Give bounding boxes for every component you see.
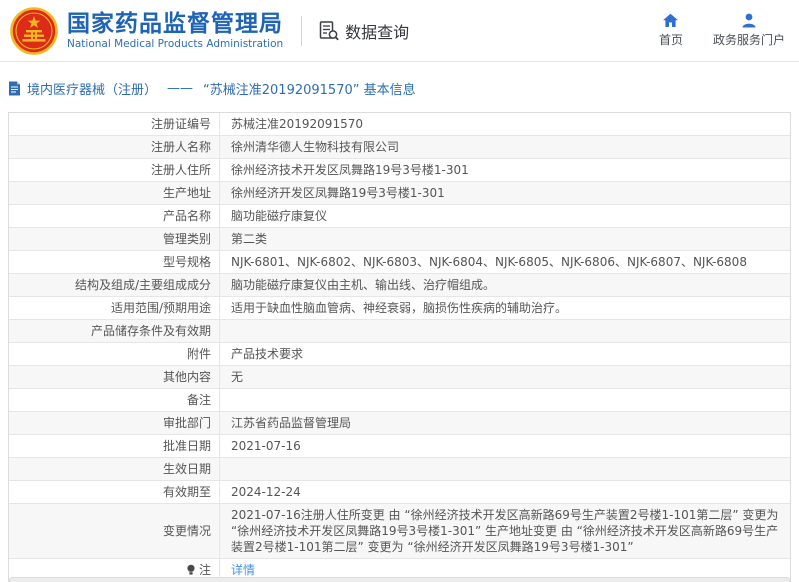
row-value: 江苏省药品监督管理局 bbox=[220, 412, 790, 434]
nmpa-logo: 国家药品监督管理局 National Medical Products Admi… bbox=[10, 7, 283, 55]
row-label: 注册人住所 bbox=[9, 159, 220, 181]
table-row: 型号规格NJK-6801、NJK-6802、NJK-6803、NJK-6804、… bbox=[9, 250, 790, 273]
detail-link[interactable]: 详情 bbox=[231, 563, 255, 577]
row-value: 徐州经济技术开发区凤舞路19号3号楼1-301 bbox=[220, 159, 790, 181]
row-value: 2021-07-16注册人住所变更 由 “徐州经济技术开发区高新路69号生产装置… bbox=[220, 504, 790, 558]
user-icon bbox=[741, 13, 757, 28]
row-value: 无 bbox=[220, 366, 790, 388]
table-row: 其他内容无 bbox=[9, 365, 790, 388]
breadcrumb-section: 境内医疗器械（注册） bbox=[27, 79, 157, 98]
site-subtitle: National Medical Products Administration bbox=[67, 37, 283, 51]
row-label: 产品储存条件及有效期 bbox=[9, 320, 220, 342]
national-emblem-icon bbox=[10, 7, 58, 55]
breadcrumb-detail: “苏械注准20192091570” 基本信息 bbox=[203, 79, 416, 98]
table-row: 注册人名称徐州清华德人生物科技有限公司 bbox=[9, 135, 790, 158]
row-label: 生效日期 bbox=[9, 458, 220, 480]
table-row: 产品名称脑功能磁疗康复仪 bbox=[9, 204, 790, 227]
page-header: 国家药品监督管理局 National Medical Products Admi… bbox=[0, 0, 799, 62]
data-query-menu[interactable]: 数据查询 bbox=[318, 19, 409, 43]
data-query-label: 数据查询 bbox=[345, 19, 409, 43]
nav-home[interactable]: 首页 bbox=[659, 13, 683, 48]
nav-gov-portal[interactable]: 政务服务门户 bbox=[713, 13, 785, 48]
table-row: 管理类别第二类 bbox=[9, 227, 790, 250]
row-value: 苏械注准20192091570 bbox=[220, 113, 790, 135]
site-title: 国家药品监督管理局 bbox=[67, 11, 283, 37]
row-label: 适用范围/预期用途 bbox=[9, 297, 220, 319]
table-row: 有效期至2024-12-24 bbox=[9, 480, 790, 503]
nav-gov-portal-label: 政务服务门户 bbox=[713, 31, 785, 48]
row-label: 结构及组成/主要组成成分 bbox=[9, 274, 220, 296]
row-value: 脑功能磁疗康复仪 bbox=[220, 205, 790, 227]
row-label: 型号规格 bbox=[9, 251, 220, 273]
table-row: 审批部门江苏省药品监督管理局 bbox=[9, 411, 790, 434]
table-row: 生效日期 bbox=[9, 457, 790, 480]
table-row: 产品储存条件及有效期 bbox=[9, 319, 790, 342]
row-value: NJK-6801、NJK-6802、NJK-6803、NJK-6804、NJK-… bbox=[220, 251, 790, 273]
row-label: 管理类别 bbox=[9, 228, 220, 250]
row-label: 变更情况 bbox=[9, 504, 220, 558]
nav-home-label: 首页 bbox=[659, 31, 683, 48]
row-label: 批准日期 bbox=[9, 435, 220, 457]
footer-strip bbox=[9, 577, 790, 582]
row-value: 徐州经济开发区凤舞路19号3号楼1-301 bbox=[220, 182, 790, 204]
document-search-icon bbox=[318, 20, 340, 42]
breadcrumb: 境内医疗器械（注册） —— “苏械注准20192091570” 基本信息 bbox=[8, 79, 791, 98]
row-value: 第二类 bbox=[220, 228, 790, 250]
row-label: 生产地址 bbox=[9, 182, 220, 204]
breadcrumb-separator: —— bbox=[167, 81, 193, 96]
row-value bbox=[220, 458, 790, 480]
row-label: 备注 bbox=[9, 389, 220, 411]
document-icon bbox=[8, 81, 21, 96]
row-value: 徐州清华德人生物科技有限公司 bbox=[220, 136, 790, 158]
table-row: 结构及组成/主要组成成分脑功能磁疗康复仪由主机、输出线、治疗帽组成。 bbox=[9, 273, 790, 296]
row-label: 产品名称 bbox=[9, 205, 220, 227]
row-value: 产品技术要求 bbox=[220, 343, 790, 365]
row-label: 其他内容 bbox=[9, 366, 220, 388]
registration-info-table: 注册证编号苏械注准20192091570 注册人名称徐州清华德人生物科技有限公司… bbox=[8, 112, 791, 582]
row-value: 脑功能磁疗康复仪由主机、输出线、治疗帽组成。 bbox=[220, 274, 790, 296]
home-icon bbox=[662, 13, 679, 28]
row-label: 有效期至 bbox=[9, 481, 220, 503]
row-value bbox=[220, 320, 790, 342]
table-row: 备注 bbox=[9, 388, 790, 411]
row-label: 注册证编号 bbox=[9, 113, 220, 135]
note-icon bbox=[186, 564, 196, 576]
row-value: 适用于缺血性脑血管病、神经衰弱，脑损伤性疾病的辅助治疗。 bbox=[220, 297, 790, 319]
table-row: 注册人住所徐州经济技术开发区凤舞路19号3号楼1-301 bbox=[9, 158, 790, 181]
table-row: 附件产品技术要求 bbox=[9, 342, 790, 365]
row-label: 注册人名称 bbox=[9, 136, 220, 158]
table-row: 生产地址徐州经济开发区凤舞路19号3号楼1-301 bbox=[9, 181, 790, 204]
header-divider bbox=[301, 16, 302, 46]
table-row: 批准日期2021-07-16 bbox=[9, 434, 790, 457]
table-row-change-history: 变更情况2021-07-16注册人住所变更 由 “徐州经济技术开发区高新路69号… bbox=[9, 503, 790, 558]
table-row: 注册证编号苏械注准20192091570 bbox=[9, 113, 790, 135]
row-label: 审批部门 bbox=[9, 412, 220, 434]
row-value: 2024-12-24 bbox=[220, 481, 790, 503]
table-row: 适用范围/预期用途适用于缺血性脑血管病、神经衰弱，脑损伤性疾病的辅助治疗。 bbox=[9, 296, 790, 319]
row-value: 2021-07-16 bbox=[220, 435, 790, 457]
row-value bbox=[220, 389, 790, 411]
row-label: 附件 bbox=[9, 343, 220, 365]
